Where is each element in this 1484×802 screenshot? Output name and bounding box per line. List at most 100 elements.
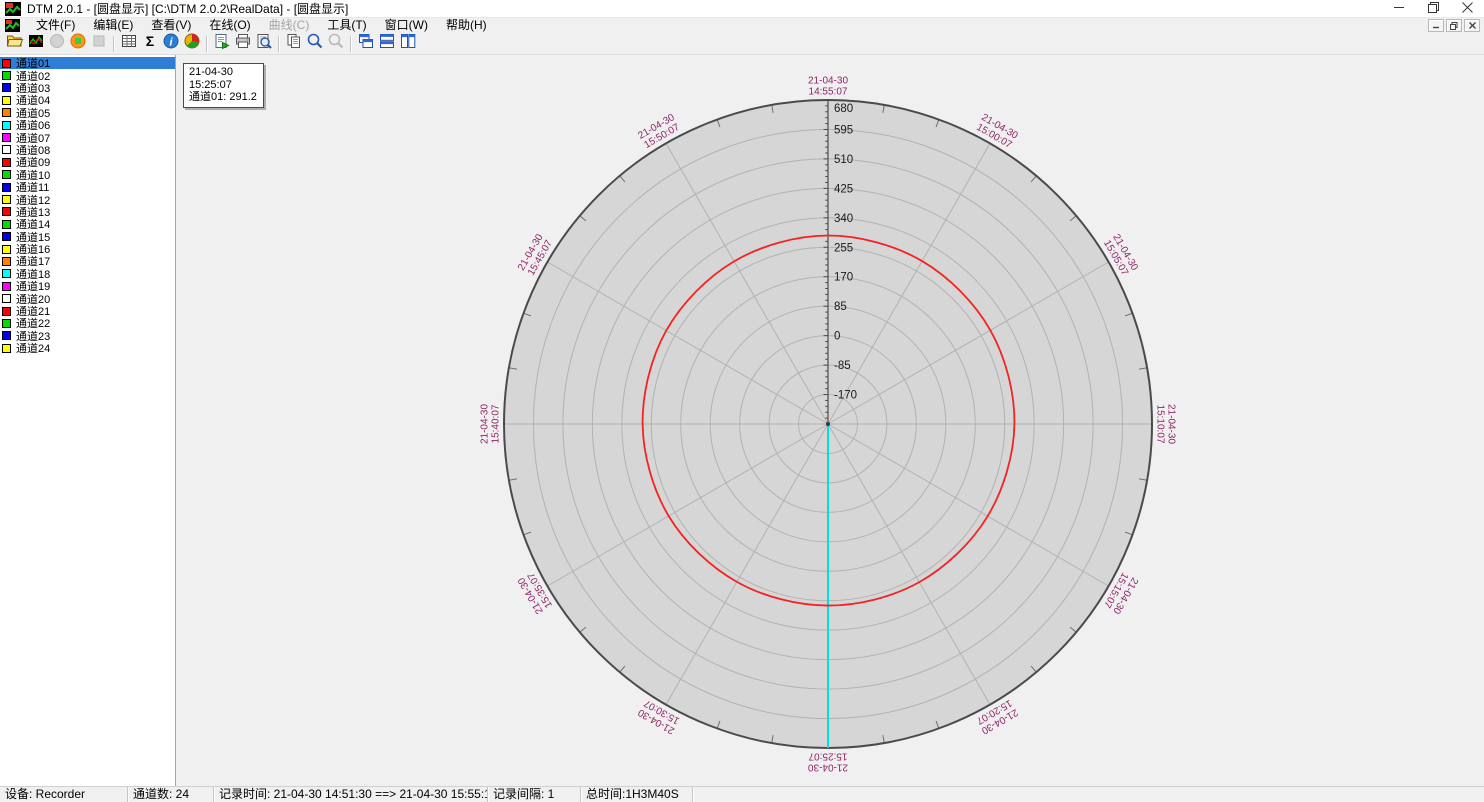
sigma-statistics-button[interactable]: Σ (139, 34, 160, 54)
svg-text:21-04-30: 21-04-30 (1166, 404, 1177, 444)
export-image-icon (213, 32, 231, 55)
menubar: 文件(F)编辑(E)查看(V)在线(O)曲线(C)工具(T)窗口(W)帮助(H) (0, 18, 1484, 33)
channel-color-swatch (2, 294, 11, 303)
value-tick-label: 0 (834, 331, 840, 343)
info-button[interactable]: i (160, 34, 181, 54)
svg-text:21-04-30: 21-04-30 (808, 76, 848, 87)
channel-color-swatch (2, 307, 11, 316)
sigma-statistics-icon: Σ (141, 32, 159, 55)
record-inactive-button (46, 34, 67, 54)
value-tick-label: 170 (834, 272, 853, 284)
value-tick-label: 680 (834, 103, 853, 115)
value-tick-label: 85 (834, 301, 847, 313)
dial-center (826, 422, 830, 426)
table-view-icon (120, 32, 138, 55)
channel-item-通道24[interactable]: 通道24 (0, 342, 175, 354)
copy-icon (285, 32, 303, 55)
polar-dial-chart[interactable]: 680595510425340255170850-85-17021-04-301… (176, 55, 1483, 786)
svg-text:15:10:07: 15:10:07 (1155, 405, 1166, 444)
menu-5: 曲线(C) (260, 18, 319, 33)
menu-8[interactable]: 帮助(H) (437, 18, 496, 33)
channel-label: 通道24 (16, 340, 50, 356)
svg-text:21-04-30: 21-04-30 (808, 762, 848, 773)
value-tick-label: 425 (834, 183, 853, 195)
channel-list: 通道01通道02通道03通道04通道05通道06通道07通道08通道09通道10… (0, 55, 176, 786)
time-label-15:10:07: 21-04-3015:10:07 (1155, 404, 1177, 444)
menu-1[interactable]: 文件(F) (27, 18, 84, 33)
statusbar: 设备: Recorder 通道数: 24 记录时间: 21-04-30 14:5… (0, 786, 1484, 802)
channel-color-swatch (2, 331, 11, 340)
tile-vertical-button[interactable] (397, 34, 418, 54)
tile-vertical-icon (399, 32, 417, 55)
tile-horizontal-icon (378, 32, 396, 55)
menu-7[interactable]: 窗口(W) (376, 18, 437, 33)
table-view-button[interactable] (118, 34, 139, 54)
tooltip-date: 21-04-30 (189, 66, 257, 79)
data-tooltip: 21-04-30 15:25:07 通道01: 291.2 (183, 63, 264, 108)
zoom-in-button[interactable] (304, 34, 325, 54)
channel-color-swatch (2, 145, 11, 154)
mdi-minimize-button[interactable] (1428, 19, 1444, 32)
value-tick-label: -85 (834, 360, 851, 372)
minimize-icon (1394, 0, 1405, 18)
mdi-restore-button[interactable] (1446, 19, 1462, 32)
menu-6[interactable]: 工具(T) (318, 18, 375, 33)
open-file-button[interactable] (4, 34, 25, 54)
curve-view-button[interactable] (25, 34, 46, 54)
status-total-time: 总时间:1H3M40S (581, 787, 693, 802)
client-area: 通道01通道02通道03通道04通道05通道06通道07通道08通道09通道10… (0, 55, 1484, 786)
record-inactive-icon (48, 32, 66, 55)
restore-button[interactable] (1416, 0, 1450, 18)
status-channel-count: 通道数: 24 (128, 787, 214, 802)
time-label-15:25:07: 21-04-3015:25:07 (808, 751, 848, 773)
channel-color-swatch (2, 344, 11, 353)
channel-color-swatch (2, 207, 11, 216)
status-record-time: 记录时间: 21-04-30 14:51:30 ==> 21-04-30 15:… (214, 787, 488, 802)
minimize-button[interactable] (1382, 0, 1416, 18)
svg-text:14:55:07: 14:55:07 (809, 87, 848, 98)
toolbar-separator (278, 36, 279, 52)
toolbar-separator (350, 36, 351, 52)
export-image-button[interactable] (211, 34, 232, 54)
app-icon (5, 2, 21, 16)
titlebar: DTM 2.0.1 - [圆盘显示] [C:\DTM 2.0.2\RealDat… (0, 0, 1484, 18)
close-button[interactable] (1450, 0, 1484, 18)
pie-chart-icon (183, 32, 201, 55)
toolbar-separator (206, 36, 207, 52)
curve-view-icon (27, 32, 45, 55)
cascade-windows-button[interactable] (355, 34, 376, 54)
channel-color-swatch (2, 232, 11, 241)
channel-color-swatch (2, 245, 11, 254)
menu-2[interactable]: 编辑(E) (84, 18, 142, 33)
zoom-out-button (325, 34, 346, 54)
channel-color-swatch (2, 269, 11, 278)
copy-button[interactable] (283, 34, 304, 54)
print-button[interactable] (232, 34, 253, 54)
restore-icon (1428, 0, 1439, 18)
menu-4[interactable]: 在线(O) (200, 18, 259, 33)
status-interval: 记录间隔: 1 (488, 787, 581, 802)
value-tick-label: 255 (834, 242, 853, 254)
tile-horizontal-button[interactable] (376, 34, 397, 54)
value-tick-label: 595 (834, 124, 853, 136)
print-preview-button[interactable] (253, 34, 274, 54)
svg-text:15:25:07: 15:25:07 (808, 751, 847, 762)
mdi-close-button[interactable] (1464, 19, 1480, 32)
info-icon: i (162, 32, 180, 55)
stop-inactive-button (88, 34, 109, 54)
record-active-button[interactable] (67, 34, 88, 54)
channel-color-swatch (2, 121, 11, 130)
zoom-in-icon (306, 32, 324, 55)
pie-chart-button[interactable] (181, 34, 202, 54)
channel-color-swatch (2, 83, 11, 92)
channel-color-swatch (2, 158, 11, 167)
status-device: 设备: Recorder (0, 787, 128, 802)
menu-3[interactable]: 查看(V) (142, 18, 200, 33)
channel-color-swatch (2, 282, 11, 291)
svg-text:Σ: Σ (145, 33, 153, 49)
open-file-icon (6, 32, 24, 55)
stop-inactive-icon (90, 32, 108, 55)
status-filler (693, 787, 1484, 802)
channel-color-swatch (2, 170, 11, 179)
channel-color-swatch (2, 59, 11, 68)
